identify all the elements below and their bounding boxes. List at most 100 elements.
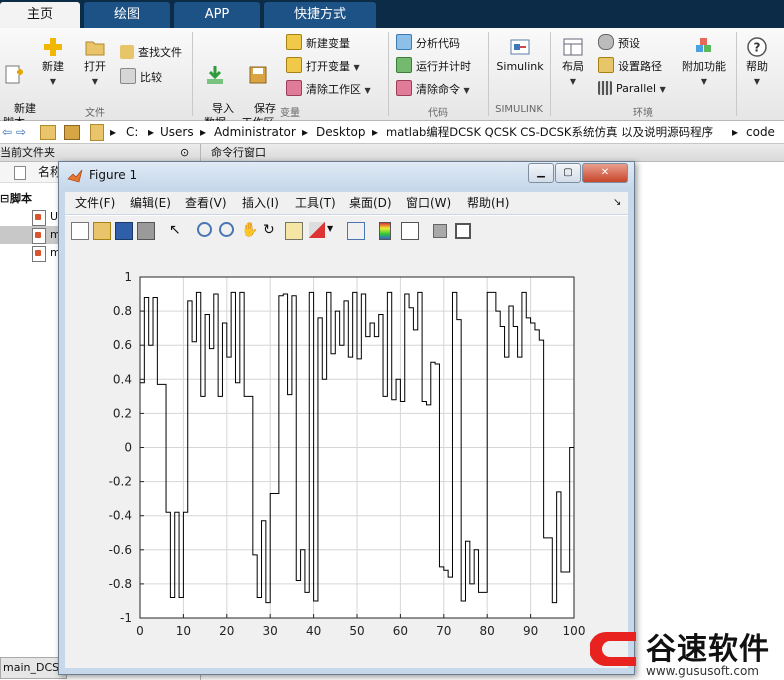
y-tick-label: -1: [120, 611, 132, 625]
line-chart[interactable]: 0 10 20 30 40 50 60 70 80 90 100-1-0.8-0.6-0.4-0.2…: [65, 244, 628, 668]
file-name: U: [50, 210, 59, 223]
x-tick-label: 50: [349, 624, 364, 638]
breadcrumb-separator: ▸: [148, 125, 155, 139]
dropdown-arrow-icon: ▼: [659, 85, 666, 94]
dock-arrow-icon[interactable]: ↘: [613, 192, 621, 214]
compare-button[interactable]: 比较: [120, 68, 162, 86]
current-folder-title: 当前文件夹: [0, 146, 55, 159]
new-button[interactable]: 新建 ▼: [36, 36, 70, 89]
layout-button[interactable]: 布局 ▼: [556, 36, 590, 89]
new-variable-icon: [286, 34, 302, 50]
menu-desktop[interactable]: 桌面(D): [349, 192, 392, 214]
preferences-button[interactable]: 预设: [598, 34, 640, 52]
analyze-code-button[interactable]: 分析代码: [396, 34, 460, 52]
forward-arrow-icon[interactable]: ⇨: [16, 121, 26, 143]
x-tick-label: 0: [136, 624, 144, 638]
close-button[interactable]: ✕: [582, 163, 628, 183]
tab-plots[interactable]: 绘图: [84, 2, 170, 28]
y-tick-label: -0.6: [109, 543, 132, 557]
open-file-icon[interactable]: [93, 222, 111, 240]
simulink-button[interactable]: Simulink: [494, 36, 546, 74]
add-ons-button[interactable]: 附加功能 ▼: [678, 36, 730, 89]
up-folder-icon[interactable]: [40, 125, 56, 140]
menu-tools[interactable]: 工具(T): [295, 192, 336, 214]
zoom-in-icon[interactable]: [197, 222, 212, 237]
open-label: 打开: [84, 60, 106, 73]
details-tab[interactable]: main_DCSK: [0, 657, 67, 679]
show-plot-tools-icon[interactable]: [455, 223, 471, 239]
menu-insert[interactable]: 插入(I): [242, 192, 279, 214]
set-path-button[interactable]: 设置路径: [598, 57, 662, 75]
tab-shortcuts[interactable]: 快捷方式: [264, 2, 376, 28]
breadcrumb-separator: ▸: [200, 125, 207, 139]
breadcrumb-project-folder[interactable]: matlab编程DCSK QCSK CS-DCSK系统仿真 以及说明源码程序: [386, 121, 713, 143]
pan-icon[interactable]: ✋: [241, 222, 258, 238]
open-variable-icon: [286, 57, 302, 73]
clear-workspace-button[interactable]: 清除工作区 ▼: [286, 80, 371, 98]
menu-window[interactable]: 窗口(W): [406, 192, 451, 214]
y-tick-label: 0.6: [113, 338, 132, 352]
tab-apps[interactable]: APP: [174, 2, 260, 28]
open-button[interactable]: 打开 ▼: [78, 36, 112, 89]
parallel-button[interactable]: Parallel ▼: [598, 80, 666, 98]
pointer-icon[interactable]: ↖: [169, 222, 185, 238]
breadcrumb-desktop[interactable]: Desktop: [316, 121, 366, 143]
brush-icon[interactable]: [309, 222, 325, 238]
parallel-label: Parallel: [616, 82, 657, 95]
print-icon[interactable]: [137, 222, 155, 240]
tab-home[interactable]: 主页: [0, 2, 80, 28]
dropdown-arrow-icon[interactable]: ▼: [327, 224, 333, 233]
legend-icon[interactable]: [401, 222, 419, 240]
menu-file[interactable]: 文件(F): [75, 192, 115, 214]
x-tick-label: 10: [176, 624, 191, 638]
group-divider: [388, 32, 389, 116]
ribbon: 新建 脚本 新建▼ 打开▼ 查找文件 比较 文件 导入 数据 保存 工作区 新建…: [0, 28, 784, 129]
run-and-time-label: 运行并计时: [416, 60, 471, 73]
back-arrow-icon[interactable]: ⇦: [2, 121, 12, 143]
minimize-icon: ▁: [537, 167, 545, 178]
set-path-icon: [598, 57, 614, 73]
panel-menu-icon[interactable]: ⊙: [180, 144, 189, 161]
variable-group-label: 变量: [280, 108, 300, 119]
help-icon: ?: [747, 37, 767, 57]
rotate-icon[interactable]: ↻: [263, 222, 279, 238]
hide-plot-tools-icon[interactable]: [433, 224, 447, 238]
figure-title-bar[interactable]: Figure 1 ▁ ▢ ✕: [59, 162, 634, 190]
menu-help[interactable]: 帮助(H): [467, 192, 509, 214]
script-file-icon: [32, 246, 46, 262]
breadcrumb-c[interactable]: C:: [126, 121, 138, 143]
open-variable-button[interactable]: 打开变量 ▼: [286, 57, 360, 75]
find-files-button[interactable]: 查找文件: [120, 44, 182, 62]
group-divider: [192, 32, 193, 116]
minimize-button[interactable]: ▁: [528, 163, 554, 183]
group-divider: [550, 32, 551, 116]
data-cursor-icon[interactable]: [285, 222, 303, 240]
file-type-icon: [14, 166, 26, 180]
save-icon[interactable]: [115, 222, 133, 240]
new-script-icon: [5, 65, 23, 84]
breadcrumb-users[interactable]: Users: [160, 121, 194, 143]
colorbar-icon[interactable]: [379, 222, 391, 240]
clear-commands-button[interactable]: 清除命令 ▼: [396, 80, 470, 98]
find-files-icon: [120, 45, 134, 59]
maximize-button[interactable]: ▢: [555, 163, 581, 183]
browse-folder-icon[interactable]: [64, 125, 80, 140]
breadcrumb-administrator[interactable]: Administrator: [214, 121, 296, 143]
run-and-time-button[interactable]: 运行并计时: [396, 57, 471, 75]
menu-view[interactable]: 查看(V): [185, 192, 227, 214]
dropdown-arrow-icon: ▼: [700, 77, 708, 86]
help-button[interactable]: ? 帮助 ▼: [740, 36, 774, 89]
code-group-label: 代码: [428, 108, 448, 119]
command-window-title-bar: 命令行窗口: [201, 144, 784, 162]
zoom-out-icon[interactable]: [219, 222, 234, 237]
new-figure-icon[interactable]: [71, 222, 89, 240]
breadcrumb-code[interactable]: code: [746, 121, 775, 143]
section-label: 脚本: [10, 192, 32, 205]
menu-edit[interactable]: 编辑(E): [130, 192, 171, 214]
collapse-icon[interactable]: ⊟: [0, 190, 9, 208]
x-tick-label: 100: [563, 624, 586, 638]
new-variable-button[interactable]: 新建变量: [286, 34, 350, 52]
link-icon[interactable]: [347, 222, 365, 240]
dropdown-arrow-icon: ▼: [463, 86, 470, 95]
breadcrumb-separator: ▸: [732, 125, 739, 139]
